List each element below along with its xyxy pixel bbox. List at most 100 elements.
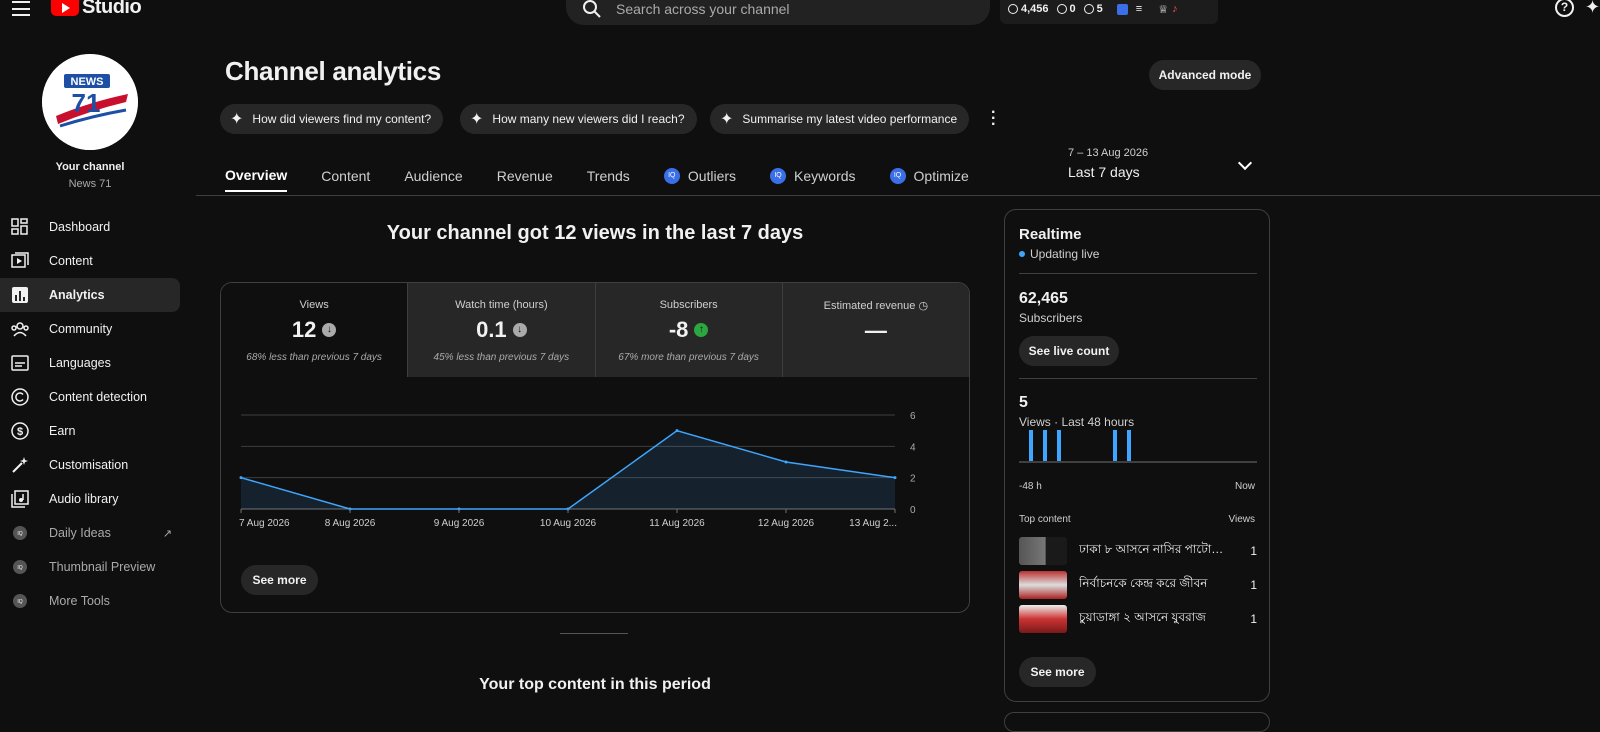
list-icon[interactable]: ≡ xyxy=(1136,3,1142,15)
video-title: চুয়াডাঙ্গা ২ আসনে যুবরাজ xyxy=(1079,610,1206,624)
realtime-title: Realtime xyxy=(1019,226,1082,243)
metric-estimated-revenue[interactable]: Estimated revenue ◷ — xyxy=(782,283,969,377)
analytics-tabs: Overview Content Audience Revenue Trends… xyxy=(225,160,969,192)
data-point xyxy=(675,429,679,433)
tab-label: Overview xyxy=(225,167,288,183)
search-input[interactable]: Search across your channel xyxy=(616,1,790,17)
see-more-button[interactable]: See more xyxy=(1019,657,1096,687)
tab-content[interactable]: Content xyxy=(321,160,370,192)
sidebar-item-more-tools[interactable]: IQ More Tools xyxy=(0,584,180,618)
divider xyxy=(1019,273,1257,274)
metric-label-row: Estimated revenue ◷ xyxy=(783,299,969,312)
stat-value: 5 xyxy=(1096,3,1103,15)
sidebar-item-content[interactable]: Content xyxy=(0,244,180,278)
your-channel-label: Your channel xyxy=(55,161,125,173)
help-icon[interactable]: ? xyxy=(1555,0,1574,17)
tab-keywords[interactable]: IQ Keywords xyxy=(770,160,856,192)
advanced-mode-button[interactable]: Advanced mode xyxy=(1149,60,1261,90)
sidebar-item-label: More Tools xyxy=(49,594,110,608)
tab-audience[interactable]: Audience xyxy=(404,160,462,192)
vidiq-icon: IQ xyxy=(10,523,30,543)
stat-value: 4,456 xyxy=(1021,3,1049,15)
video-thumbnail xyxy=(1019,537,1067,565)
sidebar-item-dashboard[interactable]: Dashboard xyxy=(0,210,180,244)
logo-text: Studio xyxy=(82,0,142,18)
trophy-icon[interactable]: ♕ xyxy=(1158,3,1168,16)
vidiq-icon[interactable] xyxy=(1116,3,1128,15)
x-tick-label: 7 Aug 2026 xyxy=(239,518,290,529)
svg-text:IQ: IQ xyxy=(17,531,22,537)
date-range: 7 – 13 Aug 2026 xyxy=(1068,147,1149,159)
metric-value: 0.1 xyxy=(476,317,507,342)
x-tick-label: 9 Aug 2026 xyxy=(434,518,485,529)
svg-text:$: $ xyxy=(17,426,23,438)
sidebar-item-earn[interactable]: $ Earn xyxy=(0,414,180,448)
video-title: নির্বাচনকে কেন্দ্র করে জীবন xyxy=(1079,576,1208,590)
chip-label: Summarise my latest video performance xyxy=(742,112,958,126)
metric-comparison: 68% less than previous 7 days xyxy=(246,352,382,363)
list-item[interactable]: চুয়াডাঙ্গা ২ আসনে যুবরাজ 1 xyxy=(1019,605,1257,633)
tab-revenue[interactable]: Revenue xyxy=(497,160,553,192)
vidiq-stats[interactable]: 4,456 0 5 ≡ ♕ ♪ xyxy=(1000,0,1218,24)
video-views: 1 xyxy=(1250,544,1257,558)
next-card xyxy=(1004,712,1270,732)
avatar[interactable]: NEWS 71 xyxy=(42,54,138,150)
bars-end-label: Now xyxy=(1234,481,1255,492)
date-range-picker[interactable]: 7 – 13 Aug 2026 Last 7 days xyxy=(1068,147,1148,180)
realtime-bar xyxy=(1043,430,1047,461)
x-tick-label: 8 Aug 2026 xyxy=(325,518,376,529)
metric-value: -8 xyxy=(668,317,689,342)
studio-logo[interactable]: Studio xyxy=(51,0,142,18)
list-item[interactable]: ঢাকা ৮ আসনে নাসির পাটোয়ারী 1 xyxy=(1019,537,1257,565)
top-content-label: Top content xyxy=(1019,514,1071,525)
bars-start-label: -48 h xyxy=(1019,481,1042,492)
see-more-button[interactable]: See more xyxy=(241,565,318,595)
sidebar-item-label: Audio library xyxy=(49,492,119,506)
tab-trends[interactable]: Trends xyxy=(587,160,630,192)
arrow-down-icon: ↓ xyxy=(322,323,337,337)
ask-chip-viewers-find[interactable]: ✦ How did viewers find my content? xyxy=(220,104,444,134)
stat-value: 0 xyxy=(1069,3,1076,15)
metric-comparison: 67% more than previous 7 days xyxy=(618,352,759,363)
sidebar-item-analytics[interactable]: Analytics xyxy=(0,278,180,312)
sidebar-item-community[interactable]: Community xyxy=(0,312,180,346)
sidebar-item-customisation[interactable]: Customisation xyxy=(0,448,180,482)
sidebar-item-content-detection[interactable]: Content detection xyxy=(0,380,180,414)
chevron-down-icon[interactable] xyxy=(1237,155,1253,171)
sidebar-item-daily-ideas[interactable]: IQ Daily Ideas ↗ xyxy=(0,516,180,550)
metric-value: — xyxy=(864,318,887,343)
tab-outliers[interactable]: IQ Outliers xyxy=(663,160,736,192)
arrow-up-icon: ↑ xyxy=(694,323,709,337)
sidebar-item-languages[interactable]: Languages xyxy=(0,346,180,380)
metric-subscribers[interactable]: Subscribers -8 ↑ 67% more than previous 7… xyxy=(595,283,783,377)
series-area xyxy=(241,430,895,509)
metric-views[interactable]: Views 12 ↓ 68% less than previous 7 days xyxy=(221,283,409,377)
svg-text:IQ: IQ xyxy=(17,565,22,571)
see-live-count-button[interactable]: See live count xyxy=(1019,336,1119,366)
analytics-icon xyxy=(10,285,30,305)
metric-label: Estimated revenue xyxy=(823,300,916,312)
metric-watch-time[interactable]: Watch time (hours) 0.1 ↓ 45% less than pr… xyxy=(408,283,596,377)
content-icon xyxy=(10,251,30,271)
more-options-icon[interactable]: · · · xyxy=(991,105,996,133)
list-item[interactable]: নির্বাচনকে কেন্দ্র করে জীবন 1 xyxy=(1019,571,1257,599)
tab-optimize[interactable]: IQ Optimize xyxy=(889,160,969,192)
tab-label: Content xyxy=(321,168,371,184)
views-label: Views · Last 48 hours xyxy=(1019,415,1135,429)
x-tick-label: 12 Aug 2026 xyxy=(758,518,815,529)
sidebar-item-label: Earn xyxy=(49,424,76,438)
ask-chip-new-viewers[interactable]: ✦ How many new viewers did I reach? xyxy=(460,104,697,134)
ask-chip-summarise[interactable]: ✦ Summarise my latest video performance xyxy=(710,104,970,134)
menu-icon[interactable] xyxy=(12,0,30,16)
sidebar-item-thumbnail-preview[interactable]: IQ Thumbnail Preview xyxy=(0,550,180,584)
divider xyxy=(1019,378,1257,379)
y-tick-label: 4 xyxy=(910,442,916,453)
languages-icon xyxy=(10,353,30,373)
realtime-bar xyxy=(1113,430,1117,461)
sidebar-item-audio-library[interactable]: Audio library xyxy=(0,482,180,516)
notification-icon[interactable]: ♪ xyxy=(1172,3,1178,15)
sidebar-nav: Dashboard Content Analytics Community La… xyxy=(0,210,180,618)
search-bar[interactable]: Search across your channel xyxy=(566,0,990,25)
sparkle-icon[interactable]: ✦ xyxy=(1585,0,1600,18)
tab-overview[interactable]: Overview xyxy=(225,160,288,192)
